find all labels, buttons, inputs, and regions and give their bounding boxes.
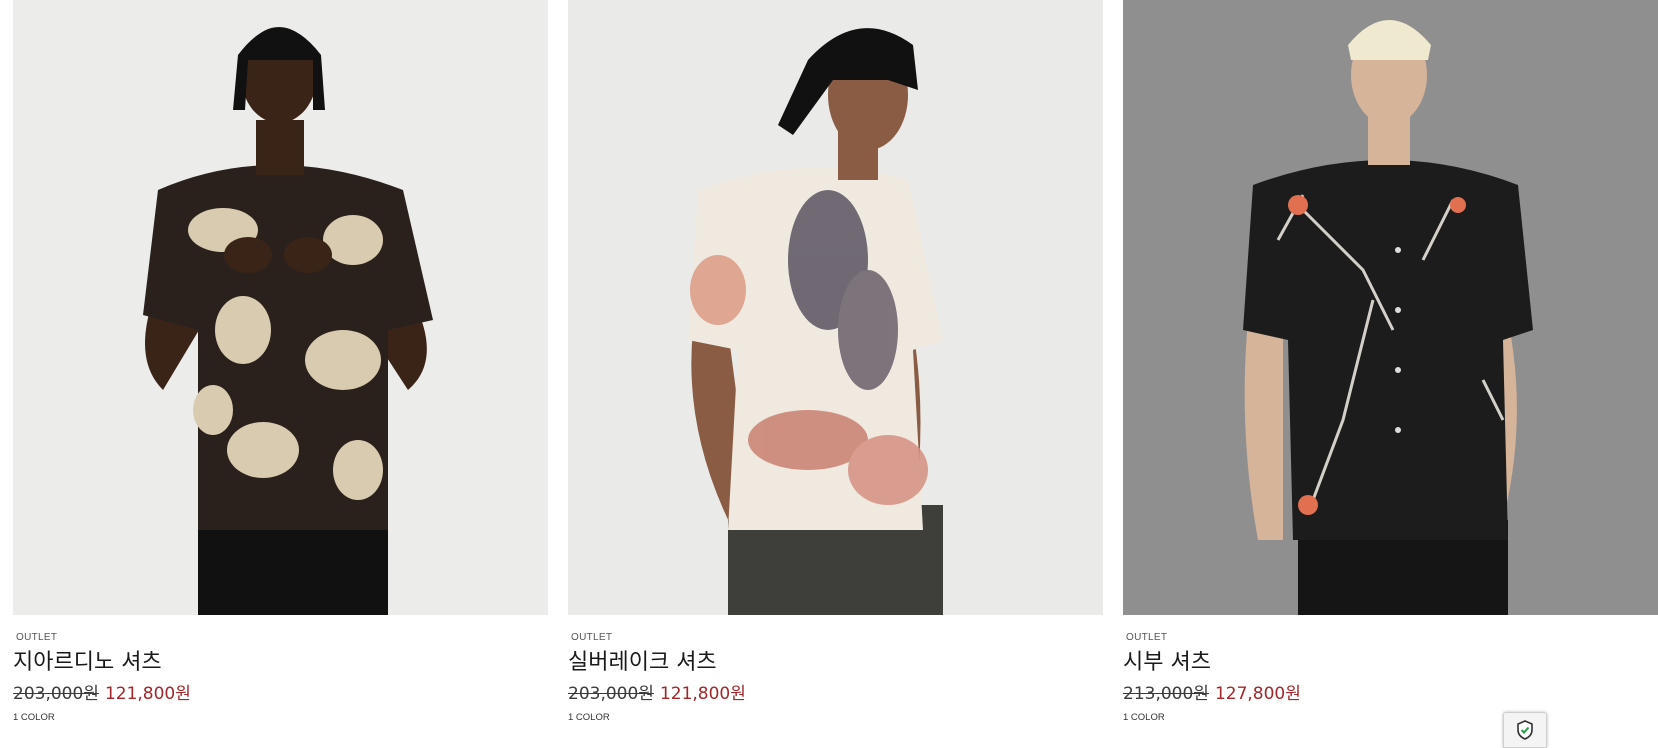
- product-image[interactable]: [1123, 0, 1658, 615]
- color-count: 1 COLOR: [568, 712, 610, 723]
- outlet-badge: OUTLET: [1126, 632, 1168, 643]
- product-image[interactable]: [13, 0, 548, 615]
- product-name[interactable]: 시부 셔츠: [1123, 649, 1658, 677]
- sale-price: 127,800원: [1214, 684, 1301, 704]
- price-row: 203,000원 121,800원: [13, 682, 548, 706]
- color-count: 1 COLOR: [1123, 712, 1165, 723]
- outlet-badge: OUTLET: [16, 632, 58, 643]
- price-row: 213,000원 127,800원: [1123, 682, 1658, 706]
- original-price: 213,000원: [1123, 684, 1209, 704]
- outlet-badge: OUTLET: [571, 632, 613, 643]
- sale-price: 121,800원: [104, 684, 191, 704]
- product-info: OUTLET 시부 셔츠 213,000원 127,800원 1 COLOR: [1123, 632, 1658, 724]
- sale-price: 121,800원: [659, 684, 746, 704]
- product-info: OUTLET 실버레이크 셔츠 203,000원 121,800원 1 COLOR: [568, 632, 1103, 724]
- shield-check-icon: [1517, 720, 1533, 740]
- product-grid: OUTLET 지아르디노 셔츠 203,000원 121,800원 1 COLOR: [0, 0, 1658, 743]
- original-price: 203,000원: [13, 684, 99, 704]
- product-card[interactable]: OUTLET 시부 셔츠 213,000원 127,800원 1 COLOR: [1123, 0, 1658, 743]
- product-card[interactable]: OUTLET 지아르디노 셔츠 203,000원 121,800원 1 COLOR: [13, 0, 548, 743]
- price-row: 203,000원 121,800원: [568, 682, 1103, 706]
- product-image[interactable]: [568, 0, 1103, 615]
- product-info: OUTLET 지아르디노 셔츠 203,000원 121,800원 1 COLOR: [13, 632, 548, 724]
- product-name[interactable]: 실버레이크 셔츠: [568, 649, 1103, 677]
- original-price: 203,000원: [568, 684, 654, 704]
- product-name[interactable]: 지아르디노 셔츠: [13, 649, 548, 677]
- color-count: 1 COLOR: [13, 712, 55, 723]
- product-card[interactable]: OUTLET 실버레이크 셔츠 203,000원 121,800원 1 COLOR: [568, 0, 1103, 743]
